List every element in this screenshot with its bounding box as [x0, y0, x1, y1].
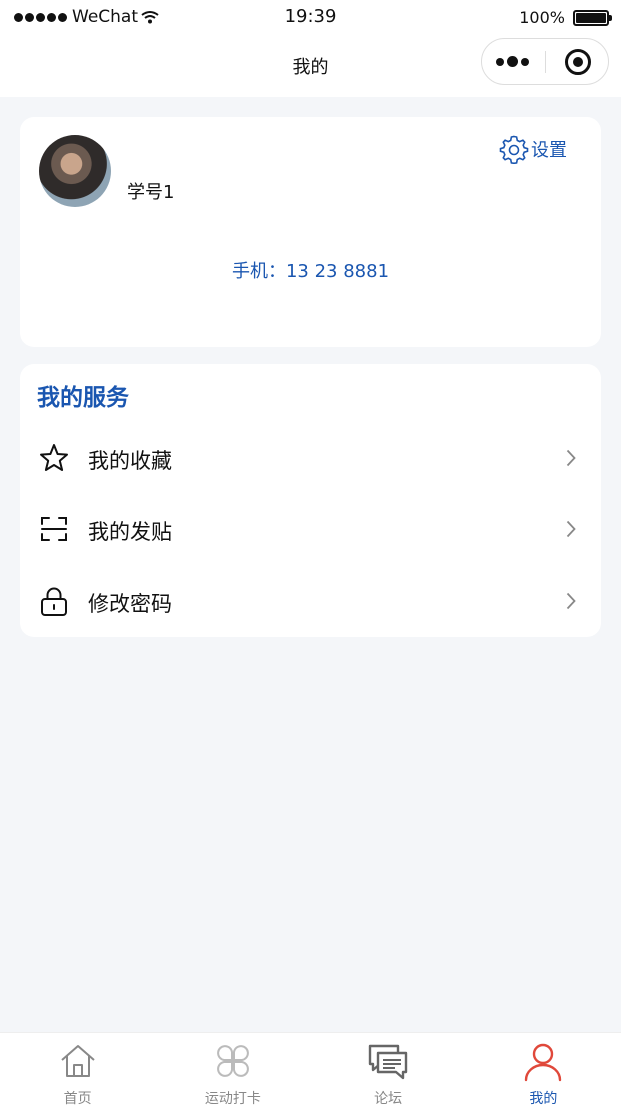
avatar[interactable] [39, 135, 111, 207]
scan-icon [41, 517, 67, 541]
services-title: 我的服务 [37, 385, 129, 411]
close-miniprogram-icon[interactable] [565, 49, 591, 75]
home-icon [60, 1045, 95, 1077]
settings-button[interactable]: 设置 [499, 134, 567, 164]
tab-mine[interactable]: 我的 [466, 1033, 621, 1106]
service-label: 修改密码 [88, 592, 172, 616]
tab-bar: 首页 运动打卡 论坛 我的 [0, 1032, 621, 1106]
battery-status: 100% [519, 8, 612, 27]
settings-label: 设置 [531, 140, 567, 161]
chevron-right-icon [566, 449, 576, 467]
gear-icon [499, 135, 529, 164]
miniprogram-capsule [481, 38, 609, 85]
tab-forum[interactable]: 论坛 [311, 1033, 466, 1106]
username: 学号1 [127, 182, 175, 203]
battery-icon [573, 9, 612, 26]
service-item-change-password[interactable]: 修改密码 [20, 571, 601, 631]
more-icon[interactable] [496, 56, 529, 67]
status-bar: WeChat 19:39 100% [0, 0, 621, 34]
profile-card: 学号1 设置 手机：13 23 8881 [20, 117, 601, 347]
phone-number: 手机：13 23 8881 [231, 261, 390, 282]
tab-label: 论坛 [374, 1091, 403, 1106]
chat-icon [368, 1044, 408, 1080]
service-label: 我的发贴 [88, 520, 172, 544]
capsule-divider [545, 51, 546, 73]
tab-label: 我的 [529, 1091, 558, 1106]
tab-home[interactable]: 首页 [0, 1033, 155, 1106]
tab-label: 运动打卡 [204, 1091, 261, 1106]
lock-icon [41, 587, 67, 616]
tab-label: 首页 [63, 1091, 92, 1106]
service-label: 我的收藏 [88, 449, 172, 473]
nav-bar: 我的 [0, 34, 621, 97]
chevron-right-icon [566, 520, 576, 538]
person-icon [525, 1043, 562, 1082]
chevron-right-icon [566, 592, 576, 610]
clover-icon [217, 1045, 249, 1077]
service-item-favorites[interactable]: 我的收藏 [20, 428, 601, 488]
star-icon [40, 444, 68, 471]
service-item-my-posts[interactable]: 我的发贴 [20, 499, 601, 559]
services-card: 我的服务 我的收藏 我的发贴 修改密码 [20, 364, 601, 637]
battery-percent: 100% [519, 8, 565, 27]
tab-checkin[interactable]: 运动打卡 [155, 1033, 310, 1106]
